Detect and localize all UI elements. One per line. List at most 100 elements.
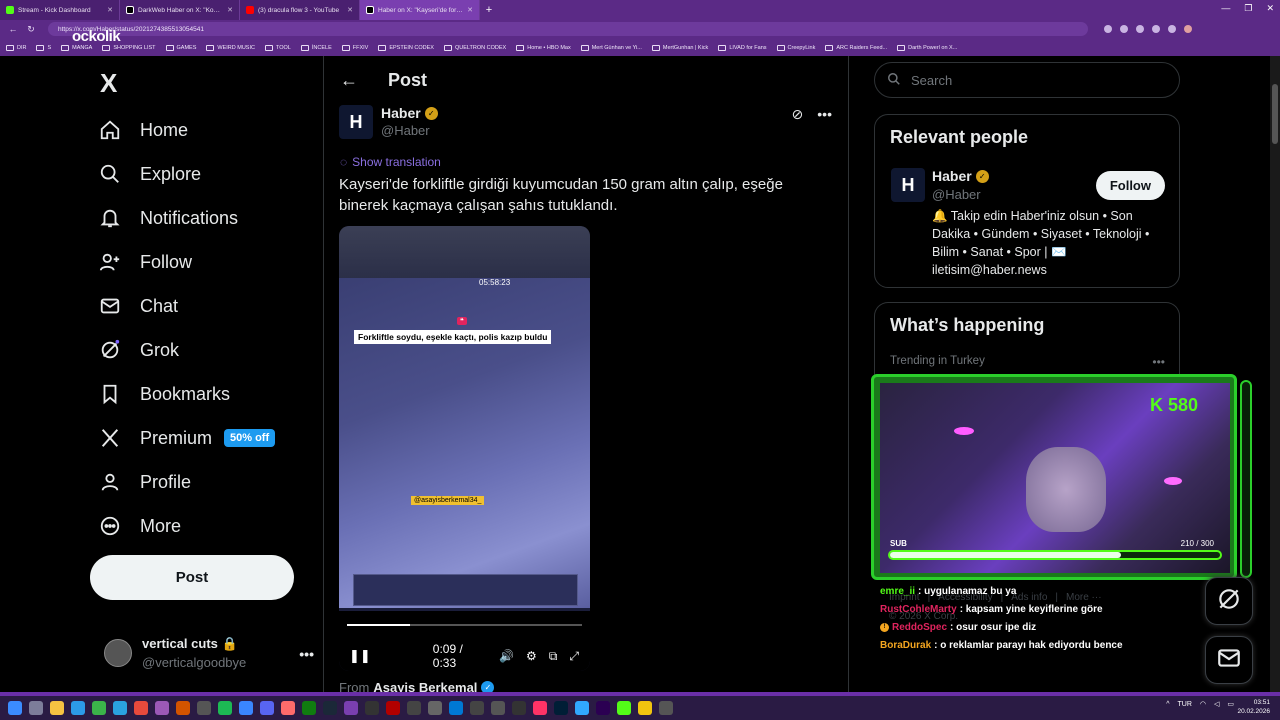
follow-button[interactable]: Follow [1095,171,1165,200]
nav-grok[interactable]: Grok [98,328,275,372]
person-handle[interactable]: @Haber [932,187,981,202]
taskbar-app-icon[interactable] [554,701,568,715]
wifi-icon[interactable]: ◠ [1200,700,1206,708]
taskbar-app-icon[interactable] [71,701,85,715]
extension-icon[interactable] [1152,25,1160,33]
fullscreen-icon[interactable]: ⤢ [569,649,579,664]
taskbar-app-icon[interactable] [491,701,505,715]
bookmark-item[interactable]: MertGunhan | Kick [651,44,708,51]
taskbar-app-icon[interactable] [176,701,190,715]
close-tab-icon[interactable]: ✕ [227,6,233,14]
start-icon[interactable] [8,701,22,715]
grok-fab-button[interactable] [1205,577,1253,625]
volume-icon[interactable]: ◁ [1214,700,1219,708]
taskbar-app-icon[interactable] [344,701,358,715]
account-switcher[interactable]: vertical cuts 🔒 @verticalgoodbye ••• [104,636,314,670]
taskbar-app-icon[interactable] [365,701,379,715]
battery-icon[interactable]: ▭ [1227,700,1234,708]
nav-home[interactable]: Home [98,108,275,152]
taskbar-app-icon[interactable] [50,701,64,715]
messages-fab-button[interactable] [1205,636,1253,684]
extension-icon[interactable] [1136,25,1144,33]
close-window-icon[interactable]: ✕ [1266,3,1274,14]
minimize-icon[interactable]: — [1221,3,1230,14]
show-translation-link[interactable]: ◌ Show translation [340,155,441,169]
keyboard-language[interactable]: TUR [1177,701,1191,708]
bookmark-item[interactable]: Darth Powerl on X... [897,44,957,51]
taskbar-app-icon[interactable] [197,701,211,715]
bookmark-item[interactable]: CreepyLink [776,44,815,51]
browser-tab-darkweb[interactable]: DarkWeb Haber on X: "Konya Büyü✕ [120,0,240,20]
nav-bookmarks[interactable]: Bookmarks [98,372,275,416]
taskbar-app-icon[interactable] [386,701,400,715]
post-author[interactable]: H Haber ✓ @Haber [339,105,438,139]
bookmark-item[interactable]: SHOPPING LIST [102,44,156,51]
person-avatar[interactable]: H [891,168,925,202]
taskbar-app-icon[interactable] [638,701,652,715]
nav-more[interactable]: More [98,504,275,548]
close-tab-icon[interactable]: ✕ [467,6,473,14]
volume-icon[interactable]: 🔊 [499,649,514,663]
author-avatar[interactable]: H [339,105,373,139]
video-player[interactable]: 05:58:23 ❝ Forkliftle soydu, eşekle kaçt… [339,226,590,671]
trend-menu-icon[interactable]: ••• [1152,355,1165,369]
bookmark-item[interactable]: S [36,44,51,51]
post-button[interactable]: Post [90,555,294,600]
nav-premium[interactable]: Premium 50% off [98,416,276,460]
person-name[interactable]: Haber [932,168,972,184]
taskbar-app-icon[interactable] [323,701,337,715]
bookmark-item[interactable]: MANGA [61,44,92,51]
taskbar-app-icon[interactable] [155,701,169,715]
pip-icon[interactable]: ⧉ [549,649,558,664]
url-field[interactable]: https://x.com/Haber/status/2021274385513… [48,22,1088,36]
taskbar-app-icon[interactable] [449,701,463,715]
taskbar-app-icon[interactable] [407,701,421,715]
bookmark-item[interactable]: İNCELE [300,44,332,51]
taskbar-app-icon[interactable] [218,701,232,715]
taskbar-app-icon[interactable] [281,701,295,715]
maximize-icon[interactable]: ❐ [1244,3,1252,14]
bookmark-item[interactable]: LIVAD for Fans [718,44,767,51]
taskbar-app-icon[interactable] [92,701,106,715]
browser-tab-kick[interactable]: Stream - Kick Dashboard ✕ [0,0,120,20]
close-tab-icon[interactable]: ✕ [107,6,113,14]
nav-follow[interactable]: Follow [98,240,275,284]
browser-tab-youtube[interactable]: (3) dracula flow 3 - YouTube ✕ [240,0,360,20]
back-nav-icon[interactable]: ← [8,24,18,34]
taskbar-app-icon[interactable] [596,701,610,715]
taskbar-app-icon[interactable] [617,701,631,715]
taskbar-app-icon[interactable] [29,701,43,715]
taskbar-app-icon[interactable] [659,701,673,715]
author-name[interactable]: Haber [381,105,421,121]
system-clock[interactable]: 03:51 20.02.2026 [1237,698,1270,716]
bookmark-item[interactable]: QUELTRON CODEX [443,44,506,51]
browser-tab-haber[interactable]: Haber on X: "Kayseri'de forklifle ✕ [360,0,480,20]
bookmark-item[interactable]: WEIRD MUSIC [206,44,255,51]
taskbar-app-icon[interactable] [239,701,253,715]
tray-expand-icon[interactable]: ^ [1166,701,1169,708]
back-arrow-icon[interactable]: ← [340,70,358,91]
taskbar-app-icon[interactable] [512,701,526,715]
page-scrollbar[interactable] [1270,56,1280,692]
bookmark-item[interactable]: ARC Raiders Feed... [825,44,887,51]
video-progress-bar[interactable] [347,624,582,626]
bookmark-item[interactable]: GAMES [165,44,196,51]
taskbar-app-icon[interactable] [533,701,547,715]
bookmark-item[interactable]: DIR [6,44,26,51]
new-tab-button[interactable]: + [480,0,498,20]
extension-icon[interactable] [1168,25,1176,33]
taskbar-app-icon[interactable] [302,701,316,715]
taskbar-app-icon[interactable] [134,701,148,715]
reload-icon[interactable]: ↻ [26,24,36,35]
bookmark-item[interactable]: Mert Günhan ve Yi... [580,44,642,51]
nav-notifications[interactable]: Notifications [98,196,275,240]
pause-icon[interactable]: ❚❚ [349,648,371,664]
bookmark-item[interactable]: Home • HBO Max [516,44,571,51]
extension-icon[interactable] [1104,25,1112,33]
extension-icon[interactable] [1120,25,1128,33]
taskbar-app-icon[interactable] [113,701,127,715]
taskbar-app-icon[interactable] [428,701,442,715]
x-logo[interactable]: X [100,68,117,99]
search-input[interactable]: Search [874,62,1180,98]
more-options-icon[interactable]: ••• [817,106,832,123]
